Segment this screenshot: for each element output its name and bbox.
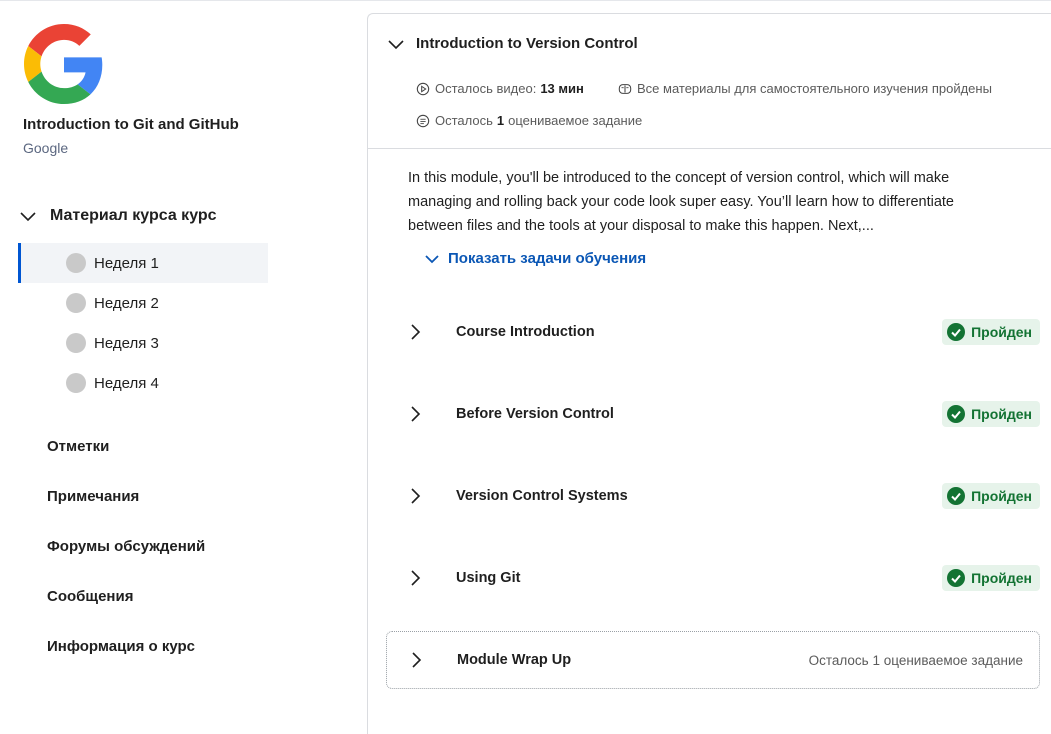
graded-prefix: Осталось xyxy=(435,113,493,128)
lesson-title: Module Wrap Up xyxy=(457,652,572,668)
status-label: Пройден xyxy=(971,406,1032,422)
sidebar-link-grades[interactable]: Отметки xyxy=(47,438,109,455)
play-circle-icon xyxy=(416,82,430,95)
reading-icon xyxy=(618,83,632,94)
status-badge: Пройден xyxy=(942,401,1040,427)
module-description: In this module, you'll be introduced to … xyxy=(408,170,954,234)
module-title: Introduction to Version Control xyxy=(416,35,638,52)
chevron-down-icon xyxy=(20,212,36,222)
status-badge: Пройден xyxy=(942,565,1040,591)
course-material-toggle[interactable]: Материал курса курс xyxy=(18,203,217,229)
progress-circle-icon xyxy=(66,333,86,353)
check-circle-icon xyxy=(947,569,966,587)
chevron-right-icon xyxy=(411,570,421,586)
show-objectives-label: Показать задачи обучения xyxy=(448,250,647,267)
week-label: Неделя 4 xyxy=(94,374,159,392)
chevron-right-icon xyxy=(411,488,421,504)
sidebar-item-week-4[interactable]: Неделя 4 xyxy=(18,363,268,403)
google-logo-icon xyxy=(24,24,103,104)
chevron-right-icon xyxy=(411,324,421,340)
sidebar-link-messages[interactable]: Сообщения xyxy=(47,588,133,605)
chevron-down-icon xyxy=(388,40,404,50)
lesson-item-version-control-systems[interactable]: Version Control Systems Пройден xyxy=(386,468,1040,524)
sidebar-link-notes[interactable]: Примечания xyxy=(47,488,139,505)
week-label: Неделя 1 xyxy=(94,254,159,272)
sidebar-item-week-2[interactable]: Неделя 2 xyxy=(18,283,268,323)
graded-count: 1 xyxy=(496,113,505,128)
course-sidebar: Introduction to Git and GitHub Google Ма… xyxy=(0,0,368,713)
progress-circle-icon xyxy=(66,293,86,313)
status-label: Пройден xyxy=(971,570,1032,586)
status-label: Пройден xyxy=(971,488,1032,504)
sidebar-link-forums[interactable]: Форумы обсуждений xyxy=(47,538,205,555)
video-remaining-value: 13 мин xyxy=(540,81,584,96)
graded-remaining-note: Осталось 1 оцениваемое задание xyxy=(808,652,1023,668)
module-header[interactable]: Introduction to Version Control Осталось… xyxy=(368,14,1051,149)
status-badge: Пройден xyxy=(942,483,1040,509)
check-circle-icon xyxy=(947,405,966,423)
chevron-right-icon xyxy=(412,652,422,668)
week-label: Неделя 2 xyxy=(94,294,159,312)
module-panel: Introduction to Version Control Осталось… xyxy=(367,13,1051,734)
check-circle-icon xyxy=(947,323,966,341)
week-label: Неделя 3 xyxy=(94,334,159,352)
lesson-title: Using Git xyxy=(456,570,521,586)
video-remaining: Осталось видео: 13 мин xyxy=(416,81,588,96)
self-study-text: Все материалы для самостоятельного изуче… xyxy=(637,81,992,96)
lesson-title: Before Version Control xyxy=(456,406,614,422)
graded-remaining: Осталось 1 оцениваемое задание xyxy=(416,113,642,128)
sidebar-link-course-info[interactable]: Информация о курс xyxy=(47,638,195,655)
chevron-right-icon xyxy=(411,406,421,422)
assignment-icon xyxy=(416,114,430,127)
progress-circle-icon xyxy=(66,373,86,393)
lesson-item-module-wrap-up[interactable]: Module Wrap Up Осталось 1 оцениваемое за… xyxy=(386,631,1040,689)
graded-suffix: оцениваемое задание xyxy=(508,113,643,128)
self-study-status: Все материалы для самостоятельного изуче… xyxy=(618,81,992,96)
course-partner: Google xyxy=(23,140,69,156)
course-title: Introduction to Git and GitHub xyxy=(23,116,239,133)
lesson-item-before-version-control[interactable]: Before Version Control Пройден xyxy=(386,386,1040,442)
lesson-item-course-introduction[interactable]: Course Introduction Пройден xyxy=(386,304,1040,360)
lesson-title: Course Introduction xyxy=(456,324,595,340)
check-circle-icon xyxy=(947,487,966,505)
sidebar-item-week-1[interactable]: Неделя 1 xyxy=(18,243,268,283)
course-material-label: Материал курса курс xyxy=(50,207,217,224)
lesson-title: Version Control Systems xyxy=(456,488,628,504)
lesson-item-using-git[interactable]: Using Git Пройден xyxy=(386,550,1040,606)
video-remaining-label: Осталось видео: xyxy=(435,81,537,96)
status-label: Пройден xyxy=(971,324,1032,340)
progress-circle-icon xyxy=(66,253,86,273)
chevron-down-icon xyxy=(425,254,439,263)
sidebar-item-week-3[interactable]: Неделя 3 xyxy=(18,323,268,363)
show-objectives-link[interactable]: Показать задачи обучения xyxy=(424,250,646,267)
status-badge: Пройден xyxy=(942,319,1040,345)
